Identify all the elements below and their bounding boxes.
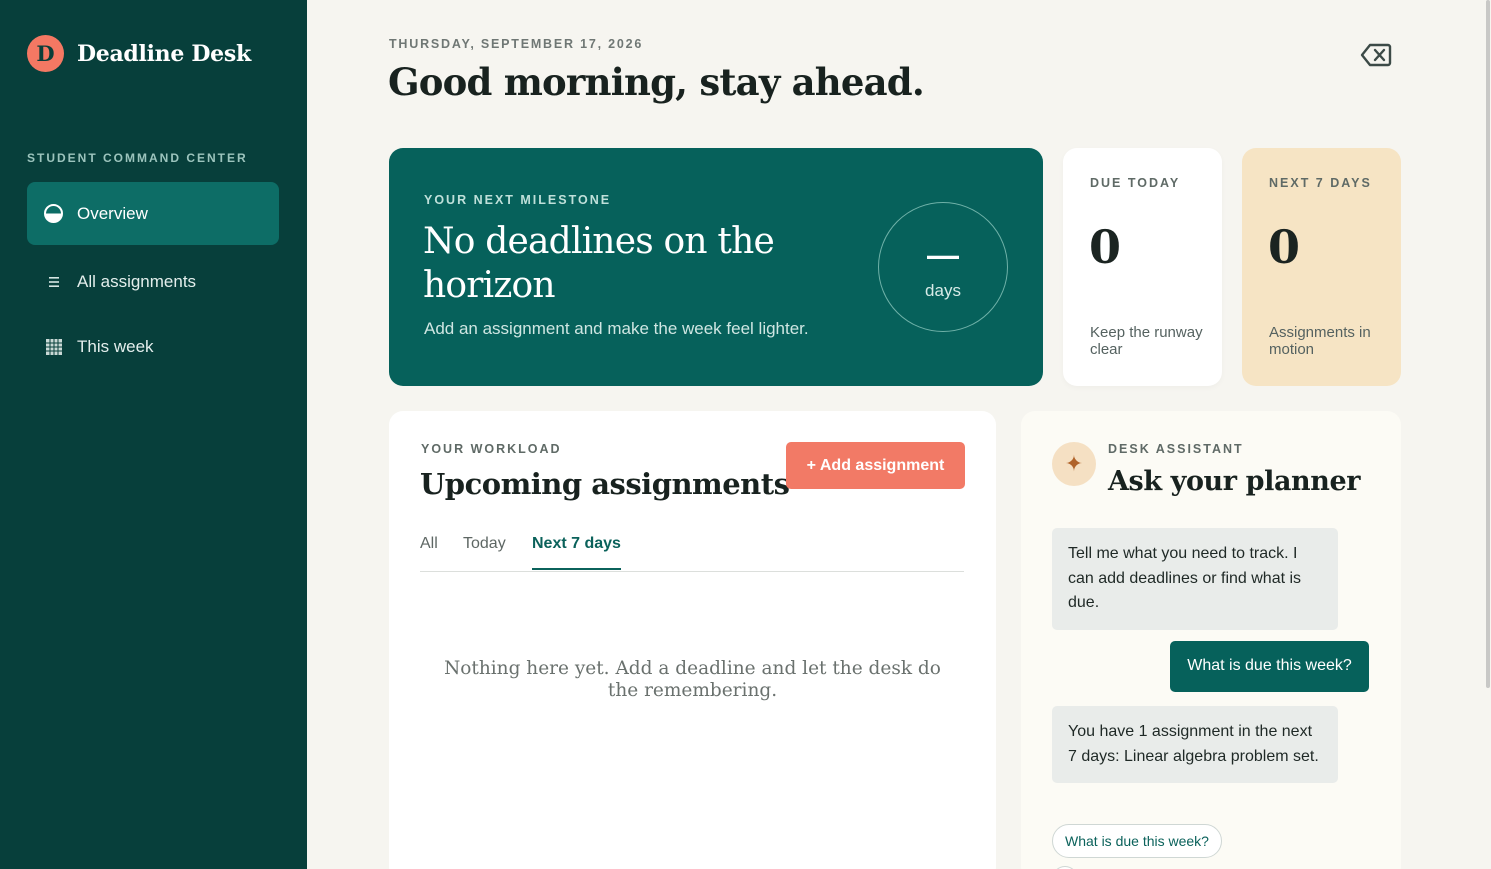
assistant-eyebrow: DESK ASSISTANT <box>1108 442 1244 456</box>
assistant-title: Ask your planner <box>1108 466 1361 497</box>
milestone-title: No deadlines on the horizon <box>423 221 775 306</box>
calendar-grid-icon <box>44 337 63 356</box>
stat-caption: Keep the runway clear <box>1090 324 1203 358</box>
sidebar: D Deadline Desk STUDENT COMMAND CENTER O… <box>0 0 307 869</box>
tab-next-7-days[interactable]: Next 7 days <box>532 535 621 570</box>
next-7-days-card: NEXT 7 DAYS 0 Assignments in motion <box>1242 148 1401 386</box>
sidebar-item-label: All assignments <box>77 271 197 291</box>
page-scrollbar[interactable] <box>1486 0 1490 688</box>
sidebar-item-this-week[interactable]: This week <box>27 315 279 378</box>
days-label: days <box>925 281 961 300</box>
tab-all[interactable]: All <box>420 535 438 553</box>
clear-icon[interactable] <box>1360 42 1392 68</box>
days-value: — <box>927 237 959 273</box>
milestone-eyebrow: YOUR NEXT MILESTONE <box>424 193 612 207</box>
assistant-message: You have 1 assignment in the next 7 days… <box>1052 706 1338 783</box>
list-icon <box>44 272 63 291</box>
tab-today[interactable]: Today <box>463 535 506 553</box>
stat-value: 0 <box>1268 220 1301 274</box>
overview-icon <box>44 204 63 223</box>
assignment-tabs: All Today Next 7 days <box>420 523 964 572</box>
workload-title: Upcoming assignments <box>420 467 790 501</box>
stat-label: NEXT 7 DAYS <box>1269 176 1372 190</box>
brand[interactable]: D Deadline Desk <box>27 35 251 72</box>
current-date: THURSDAY, SEPTEMBER 17, 2026 <box>389 37 644 51</box>
sidebar-item-all-assignments[interactable]: All assignments <box>27 250 279 313</box>
due-today-card: DUE TODAY 0 Keep the runway clear <box>1063 148 1222 386</box>
assistant-panel: ✦ DESK ASSISTANT Ask your planner Tell m… <box>1021 411 1401 869</box>
workload-panel: YOUR WORKLOAD Upcoming assignments + Add… <box>389 411 996 869</box>
stat-label: DUE TODAY <box>1090 176 1181 190</box>
page-title: Good morning, stay ahead. <box>388 60 925 104</box>
sparkle-icon: ✦ <box>1052 442 1096 486</box>
add-assignment-button[interactable]: + Add assignment <box>786 442 965 489</box>
milestone-subtitle: Add an assignment and make the week feel… <box>424 319 809 338</box>
sidebar-item-overview[interactable]: Overview <box>27 182 279 245</box>
workload-eyebrow: YOUR WORKLOAD <box>421 442 562 456</box>
nav-heading: STUDENT COMMAND CENTER <box>27 151 248 165</box>
stat-caption: Assignments in motion <box>1269 324 1371 358</box>
suggestion-chip[interactable]: What is due this week? <box>1052 824 1222 858</box>
assistant-message: Tell me what you need to track. I can ad… <box>1052 528 1338 630</box>
user-message: What is due this week? <box>1170 641 1369 692</box>
empty-state-message: Nothing here yet. Add a deadline and let… <box>444 658 941 701</box>
sidebar-item-label: Overview <box>77 203 148 223</box>
brand-logo: D <box>27 35 64 72</box>
sidebar-item-label: This week <box>77 336 154 356</box>
stat-value: 0 <box>1089 220 1122 274</box>
next-milestone-card: YOUR NEXT MILESTONE No deadlines on the … <box>389 148 1043 386</box>
app-name: Deadline Desk <box>77 40 251 67</box>
days-countdown-ring: — days <box>878 202 1008 332</box>
